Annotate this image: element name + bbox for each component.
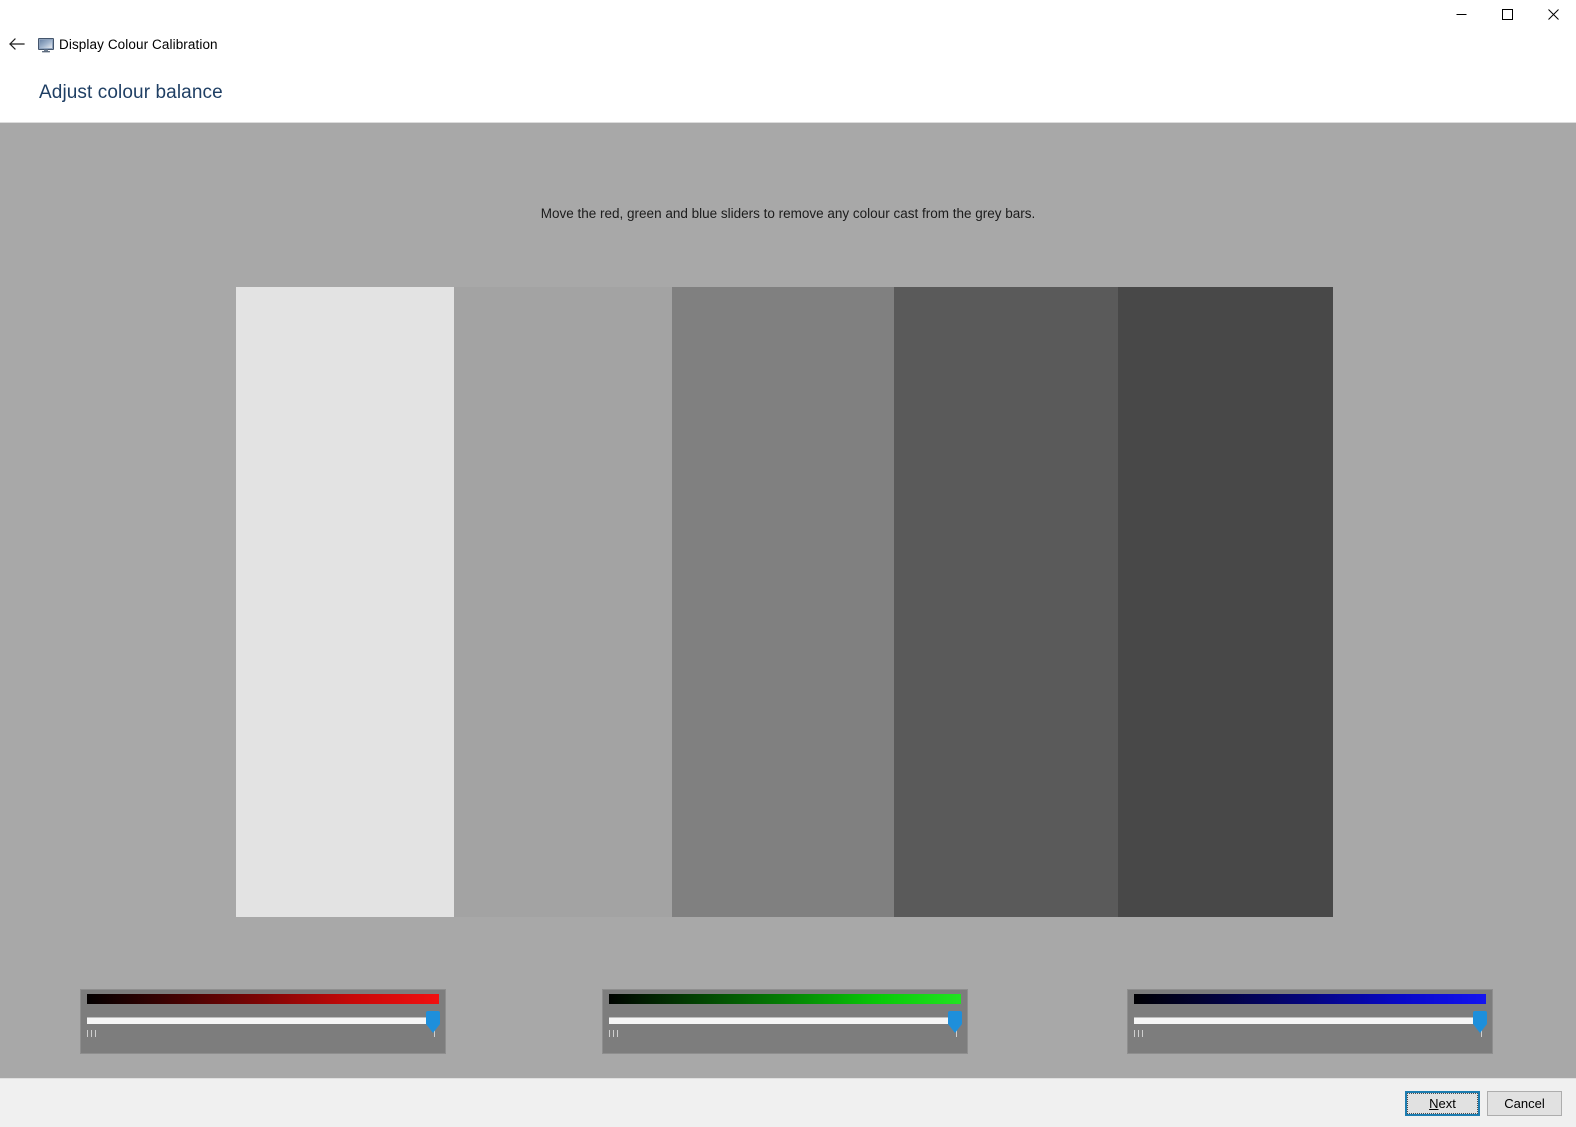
window-controls [1438, 0, 1576, 28]
minimize-button[interactable] [1438, 0, 1484, 28]
close-button[interactable] [1530, 0, 1576, 28]
green-slider[interactable] [602, 989, 968, 1054]
app-title: Display Colour Calibration [59, 37, 218, 52]
grey-bar-1 [236, 287, 454, 917]
grey-bar-5 [1118, 287, 1333, 917]
red-gradient-strip [87, 994, 439, 1004]
red-slider-thumb[interactable] [426, 1011, 440, 1033]
green-slider-track[interactable] [609, 1017, 957, 1024]
page-title: Adjust colour balance [39, 82, 223, 103]
grey-bar-4 [894, 287, 1118, 917]
next-accesskey: N [1429, 1096, 1439, 1111]
red-slider-ticks [87, 1030, 439, 1038]
title-bar [0, 0, 1576, 28]
navigation-bar: Display Colour Calibration [0, 28, 1576, 66]
blue-slider[interactable] [1127, 989, 1493, 1054]
grey-bars-group [236, 287, 1333, 917]
back-arrow-icon [8, 38, 25, 50]
blue-gradient-strip [1134, 994, 1486, 1004]
close-icon [1547, 8, 1559, 20]
next-button[interactable]: Next [1405, 1091, 1480, 1116]
cancel-button[interactable]: Cancel [1487, 1091, 1562, 1116]
minimize-icon [1456, 13, 1466, 15]
green-slider-thumb[interactable] [948, 1011, 962, 1033]
blue-slider-track[interactable] [1134, 1017, 1482, 1024]
red-slider[interactable] [80, 989, 446, 1054]
grey-bar-3 [672, 287, 894, 917]
maximize-button[interactable] [1484, 0, 1530, 28]
green-slider-ticks [609, 1030, 961, 1038]
maximize-icon [1501, 8, 1513, 20]
calibration-stage: Move the red, green and blue sliders to … [0, 122, 1576, 1078]
next-label-rest: ext [1438, 1096, 1456, 1111]
grey-bar-2 [454, 287, 672, 917]
instruction-text: Move the red, green and blue sliders to … [540, 206, 1036, 221]
blue-slider-thumb[interactable] [1473, 1011, 1487, 1033]
back-button[interactable] [4, 32, 28, 56]
monitor-icon [38, 37, 54, 53]
red-slider-track[interactable] [87, 1017, 435, 1024]
next-button-label: Next [1407, 1093, 1478, 1114]
footer-bar: Next Cancel [0, 1078, 1576, 1127]
green-gradient-strip [609, 994, 961, 1004]
blue-slider-ticks [1134, 1030, 1486, 1038]
